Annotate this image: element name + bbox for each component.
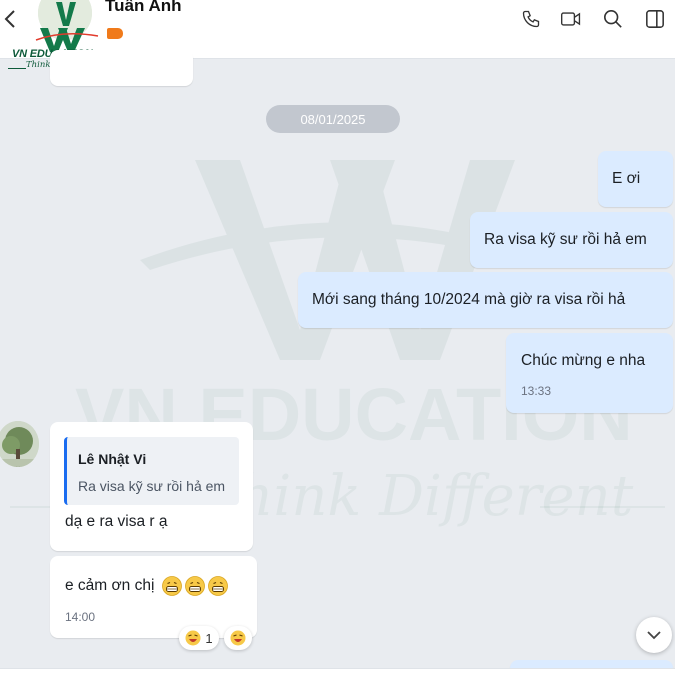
call-button[interactable] <box>520 8 542 30</box>
message-text: e cảm ơn chị <box>65 577 155 595</box>
contact-name[interactable]: Tuấn Anh <box>105 0 181 16</box>
sidebar-toggle-icon <box>646 10 664 28</box>
message-text: Chúc mừng e nha <box>521 352 646 369</box>
quoted-sender-name: Lê Nhật Vi <box>78 451 147 467</box>
conversation-info-button[interactable] <box>644 8 666 30</box>
message-text: dạ e ra visa r ạ <box>65 513 168 530</box>
date-separator: 08/01/2025 <box>266 105 400 133</box>
grin-emoji-icon <box>184 576 205 596</box>
outgoing-message[interactable]: Chúc mừng e nha 13:33 <box>506 333 673 413</box>
laughing-reaction-icon <box>230 630 246 646</box>
quoted-message[interactable]: Lê Nhật Vi Ra visa kỹ sư rồi hả em <box>64 437 239 505</box>
phone-icon <box>522 10 540 28</box>
laughing-reaction-icon <box>185 630 201 646</box>
video-call-icon <box>561 12 581 26</box>
quoted-message-text: Ra visa kỹ sư rồi hả em <box>78 478 226 494</box>
search-icon <box>604 9 622 28</box>
video-call-button[interactable] <box>560 8 582 30</box>
reaction-count: 1 <box>205 630 213 646</box>
grin-emoji-icon <box>161 576 182 596</box>
message-time: 13:33 <box>521 384 552 398</box>
message-text: Ra visa kỹ sư rồi hả em <box>484 231 647 248</box>
outgoing-message[interactable]: E ơi <box>598 151 673 207</box>
search-button[interactable] <box>602 8 624 30</box>
grin-emoji-icon <box>207 576 228 596</box>
watermark-line2: Think Different <box>200 464 634 529</box>
outgoing-message[interactable]: Ra visa kỹ sư rồi hả em <box>470 212 673 268</box>
message-text: Mới sang tháng 10/2024 mà giờ ra visa rồ… <box>312 291 626 308</box>
scroll-to-bottom-button[interactable] <box>636 617 672 653</box>
sender-avatar[interactable] <box>0 421 39 467</box>
chevron-down-icon <box>647 631 661 640</box>
message-time: 14:00 <box>65 610 96 624</box>
add-reaction-button[interactable] <box>224 626 252 650</box>
outgoing-message[interactable]: Mới sang tháng 10/2024 mà giờ ra visa rồ… <box>298 272 673 328</box>
previous-message-bubble[interactable] <box>50 50 193 86</box>
incoming-message[interactable]: e cảm ơn chị 14:00 <box>50 556 257 638</box>
reaction-summary[interactable]: 1 <box>179 626 219 650</box>
message-text: E ơi <box>612 170 641 187</box>
